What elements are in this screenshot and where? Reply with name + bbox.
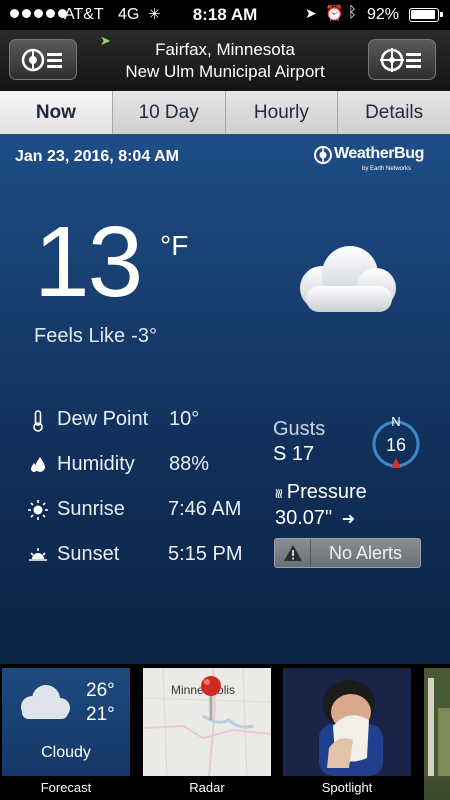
weatherbug-logo: WeatherBug by Earth Networks (314, 145, 424, 172)
locations-button[interactable] (368, 39, 436, 80)
alerts-label: No Alerts (328, 542, 403, 563)
forecast-condition: Cloudy (41, 744, 91, 761)
battery-percent: 92% (367, 6, 400, 23)
radar-caption: Radar (143, 776, 271, 800)
sun-icon (28, 500, 48, 526)
wind-direction-pointer (391, 458, 401, 468)
tab-details[interactable]: Details (338, 91, 450, 134)
tab-now[interactable]: Now (0, 91, 113, 134)
sunset-value: 5:15 PM (168, 543, 243, 565)
tab-10-day[interactable]: 10 Day (113, 91, 226, 134)
map-pin-icon (201, 676, 221, 720)
sunrise-value: 7:46 AM (168, 498, 242, 520)
app-header: ➤ Fairfax, Minnesota New Ulm Municipal A… (0, 30, 450, 91)
forecast-high: 26° (86, 680, 115, 701)
radar-card[interactable]: Minneapolis Radar (143, 668, 271, 800)
alarm-icon: ⏰ (325, 5, 344, 22)
next-card-peek[interactable] (424, 668, 450, 800)
gusts-label: Gusts (273, 418, 326, 440)
pressure-value-row: 30.07" ➜ (275, 507, 355, 530)
observation-datetime: Jan 23, 2016, 8:04 AM (15, 148, 179, 165)
cloud-icon (21, 685, 70, 719)
humidity-drops-icon (28, 455, 48, 481)
humidity-value: 88% (169, 453, 210, 475)
pressure-label: Pressure (286, 481, 367, 503)
status-bar: AT&T 4G ✳ 8:18 AM ➤ ⏰ ᛒ 92% (0, 0, 450, 30)
spotlight-photo (283, 668, 411, 776)
current-temperature: 13 (34, 206, 143, 318)
brand-name: WeatherBug (334, 145, 424, 162)
wind-compass-icon: N 16 (372, 414, 420, 468)
weatherbug-logo-icon (314, 146, 332, 164)
cloud-icon (300, 246, 396, 312)
feels-like-label: Feels Like (34, 325, 126, 347)
arrow-right-icon: ➜ (341, 511, 356, 528)
forecast-low: 21° (86, 704, 115, 725)
wind-speed: 16 (386, 435, 406, 455)
dew-point-value: 10° (169, 408, 200, 430)
forecast-card[interactable]: 26° 21° Cloudy Forecast (2, 668, 130, 800)
compass-north-label: N (391, 414, 400, 429)
spotlight-card[interactable]: Spotlight (283, 668, 411, 800)
battery-icon (409, 8, 443, 22)
pressure-icon: ≀≀≀ (274, 485, 284, 501)
warning-icon (275, 539, 311, 567)
brand-subtitle: by Earth Networks (362, 166, 412, 172)
temperature-unit: °F (160, 230, 189, 261)
pressure-label-row: ≀≀≀ Pressure (274, 481, 367, 504)
tab-bar: Now 10 Day Hourly Details (0, 91, 450, 134)
humidity-label: Humidity (57, 453, 135, 475)
dew-point-label: Dew Point (57, 408, 149, 430)
target-list-icon (380, 47, 421, 72)
peek-photo (424, 668, 450, 776)
forecast-caption: Forecast (2, 776, 130, 800)
alerts-button[interactable]: No Alerts (274, 538, 421, 568)
spotlight-caption: Spotlight (283, 776, 411, 800)
thermometer-icon (28, 410, 48, 438)
tab-hourly[interactable]: Hourly (226, 91, 339, 134)
gusts-value: S 17 (273, 443, 315, 465)
sunset-label: Sunset (57, 543, 120, 565)
feels-like-value: -3° (131, 325, 157, 347)
pressure-value: 30.07" (275, 507, 333, 529)
feature-cards: 26° 21° Cloudy Forecast Minneapolis Rada… (0, 664, 450, 800)
sunset-icon (28, 545, 48, 571)
sunrise-label: Sunrise (57, 498, 125, 520)
feels-like: Feels Like -3° (28, 325, 157, 348)
bluetooth-icon: ᛒ (348, 4, 358, 21)
location-services-icon: ➤ (305, 5, 317, 21)
current-conditions-panel: Jan 23, 2016, 8:04 AM WeatherBug by Eart… (0, 134, 450, 664)
